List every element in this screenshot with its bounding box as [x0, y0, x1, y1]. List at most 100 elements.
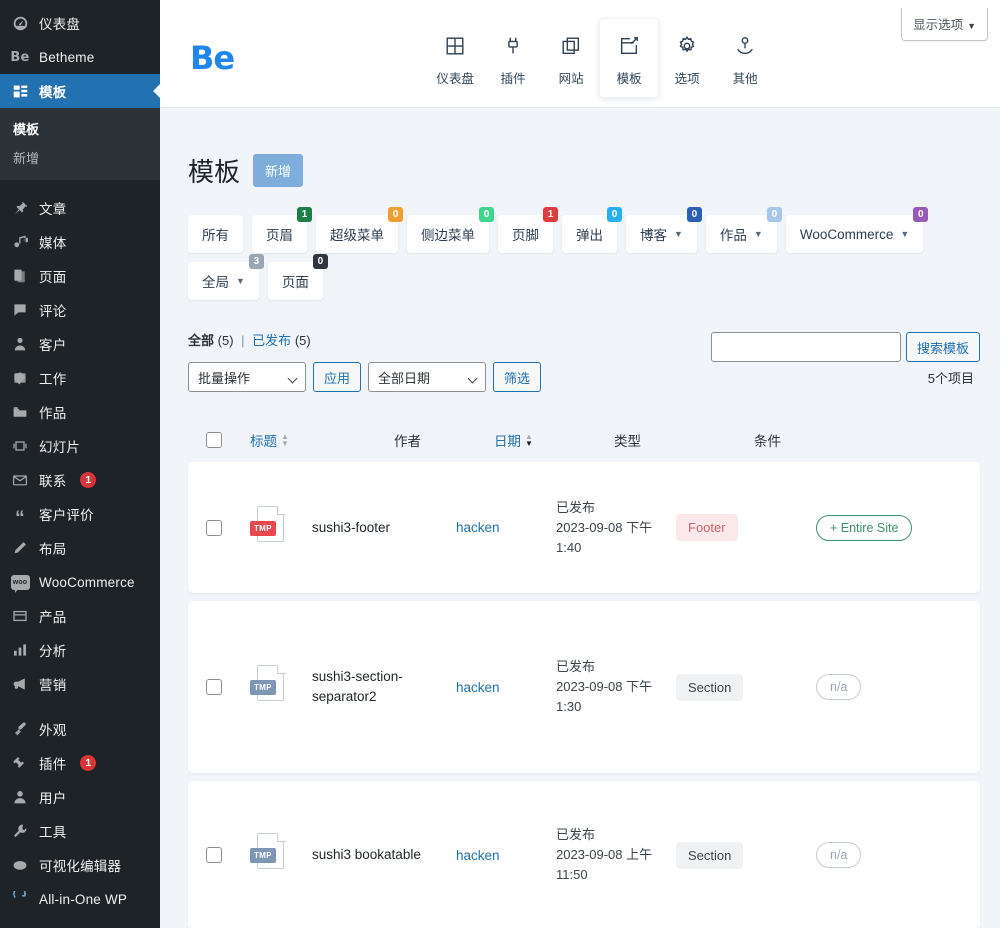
sidebar-subitem-add-new[interactable]: 新增: [0, 143, 160, 172]
apply-button[interactable]: 应用: [313, 362, 362, 392]
tab-label: 所有: [202, 228, 229, 243]
chevron-down-icon: ▼: [674, 229, 683, 239]
tab-side-menu[interactable]: 0 侧边菜单: [407, 207, 494, 253]
tab-global[interactable]: 3 全局 ▼: [188, 254, 264, 300]
sidebar-item-contact[interactable]: 联系 1: [0, 463, 160, 497]
sidebar-item-portfolio[interactable]: 作品: [0, 395, 160, 429]
row-date: 已发布 2023-09-08 上午 11:50: [556, 825, 676, 885]
tab-woocommerce[interactable]: 0 WooCommerce ▼: [785, 207, 929, 253]
sidebar-item-appearance[interactable]: 外观: [0, 712, 160, 746]
sidebar-label: 用户: [39, 791, 67, 806]
view-separator: |: [241, 333, 245, 348]
search-input[interactable]: [710, 332, 901, 362]
screen-options-button[interactable]: 显示选项 ▼: [901, 8, 988, 41]
row-checkbox[interactable]: [206, 847, 222, 863]
row-type-cell: Footer: [676, 514, 816, 541]
sidebar-item-marketing[interactable]: 营销: [0, 667, 160, 701]
bulk-actions-select[interactable]: 批量操作: [188, 362, 306, 392]
row-type-cell: Section: [676, 673, 816, 701]
sidebar-item-all-in-one-wp[interactable]: All-in-One WP: [0, 882, 160, 916]
table-row[interactable]: TMP sushi3-footer hacken 已发布 2023-09-08 …: [188, 462, 980, 593]
date-filter-select[interactable]: 全部日期: [368, 362, 487, 392]
column-label: 标题: [250, 434, 277, 449]
tab-label: WooCommerce: [799, 226, 894, 242]
sidebar-item-posts[interactable]: 文章: [0, 191, 160, 225]
sidebar-item-layouts[interactable]: 布局: [0, 531, 160, 565]
hand-person-icon: [720, 31, 770, 61]
sidebar-item-dashboard[interactable]: 仪表盘: [0, 6, 160, 40]
nav-tab-dashboard[interactable]: 仪表盘: [426, 19, 484, 97]
sidebar-item-tools[interactable]: 工具: [0, 814, 160, 848]
sidebar-item-users[interactable]: 用户: [0, 780, 160, 814]
column-header-title[interactable]: 标题 ▲ ▼: [250, 430, 394, 450]
row-date: 已发布 2023-09-08 下午 1:30: [556, 657, 676, 717]
view-published-count: (5): [294, 333, 311, 348]
pencil-icon: [10, 538, 30, 558]
sidebar-label: 分析: [39, 644, 67, 659]
nav-tab-other[interactable]: 其他: [716, 19, 774, 97]
sidebar-item-media[interactable]: 媒体: [0, 225, 160, 259]
sidebar-label: 联系: [39, 474, 67, 489]
tab-count-badge: 0: [388, 207, 403, 222]
sidebar-item-betheme[interactable]: Be Betheme: [0, 40, 160, 74]
sidebar-item-templates[interactable]: 模板: [0, 74, 160, 108]
tab-blog[interactable]: 0 博客 ▼: [626, 207, 702, 253]
sidebar-label: 页面: [39, 270, 67, 285]
row-author[interactable]: hacken: [456, 680, 556, 695]
row-title[interactable]: sushi3 bookatable: [312, 845, 456, 865]
tab-header[interactable]: 1 页眉: [252, 207, 312, 253]
tab-popup[interactable]: 0 弹出: [562, 207, 622, 253]
table-row[interactable]: TMP sushi3 bookatable hacken 已发布 2023-09…: [188, 781, 980, 928]
condition-badge[interactable]: n/a: [816, 674, 862, 700]
tab-label: 超级菜单: [330, 228, 384, 243]
condition-badge[interactable]: n/a: [816, 842, 862, 868]
sidebar-item-products[interactable]: 产品: [0, 599, 160, 633]
row-checkbox[interactable]: [206, 679, 222, 695]
sidebar-item-analytics[interactable]: 分析: [0, 633, 160, 667]
sidebar-item-work[interactable]: 工作: [0, 361, 160, 395]
sidebar-item-clients[interactable]: 客户: [0, 327, 160, 361]
view-all-label[interactable]: 全部: [188, 333, 214, 348]
sidebar-item-slideshow[interactable]: 幻灯片: [0, 429, 160, 463]
sidebar-item-visual-editor[interactable]: 可视化编辑器: [0, 848, 160, 882]
condition-badge[interactable]: + Entire Site: [816, 514, 913, 541]
row-status: 已发布: [556, 659, 596, 674]
sidebar-item-pages[interactable]: 页面: [0, 259, 160, 293]
nav-tab-websites[interactable]: 网站: [542, 19, 600, 97]
filter-button[interactable]: 筛选: [493, 362, 542, 392]
tab-portfolio[interactable]: 0 作品 ▼: [705, 207, 782, 253]
row-title[interactable]: sushi3-footer: [312, 518, 456, 538]
row-status: 已发布: [556, 827, 596, 842]
add-new-button[interactable]: 新增: [253, 154, 304, 187]
sidebar-item-testimonials[interactable]: “ 客户评价: [0, 497, 160, 531]
tab-count-badge: 0: [686, 207, 702, 222]
row-checkbox[interactable]: [206, 519, 222, 536]
tab-count-badge: 3: [248, 254, 264, 269]
sidebar-item-comments[interactable]: 评论: [0, 293, 160, 327]
nav-tab-templates[interactable]: 模板: [600, 18, 659, 97]
admin-sidebar: 仪表盘 Be Betheme 模板 模板 新增 文章 媒体 页面 评论 客户 工…: [0, 0, 160, 928]
tab-count-badge: 0: [312, 254, 328, 269]
select-all-checkbox[interactable]: [206, 432, 222, 448]
search-button[interactable]: 搜索模板: [905, 332, 980, 362]
row-type-cell: Section: [676, 841, 816, 869]
table-header-row: 标题 ▲ ▼ 作者 日期 ▲ ▼ 类型 条件: [188, 418, 980, 462]
sidebar-item-plugins[interactable]: 插件 1: [0, 746, 160, 780]
sidebar-item-woocommerce[interactable]: woo WooCommerce: [0, 565, 160, 599]
row-status: 已发布: [556, 499, 596, 515]
tab-page[interactable]: 0 页面: [267, 254, 328, 300]
row-author[interactable]: hacken: [456, 520, 556, 535]
tab-all[interactable]: 所有: [188, 215, 243, 253]
sidebar-subitem-templates[interactable]: 模板: [0, 114, 160, 143]
template-file-icon: TMP: [250, 832, 286, 877]
row-author[interactable]: hacken: [456, 848, 556, 863]
view-published-label[interactable]: 已发布: [252, 333, 291, 348]
column-header-date[interactable]: 日期 ▲ ▼: [494, 430, 614, 450]
table-row[interactable]: TMP sushi3-section-separator2 hacken 已发布…: [188, 601, 980, 773]
sidebar-divider: [0, 180, 160, 191]
tab-footer[interactable]: 1 页脚: [498, 207, 558, 253]
nav-tab-plugins[interactable]: 插件: [484, 19, 542, 97]
row-title[interactable]: sushi3-section-separator2: [312, 667, 456, 707]
nav-tab-options[interactable]: 选项: [658, 19, 716, 97]
tab-mega-menu[interactable]: 0 超级菜单: [316, 207, 403, 253]
